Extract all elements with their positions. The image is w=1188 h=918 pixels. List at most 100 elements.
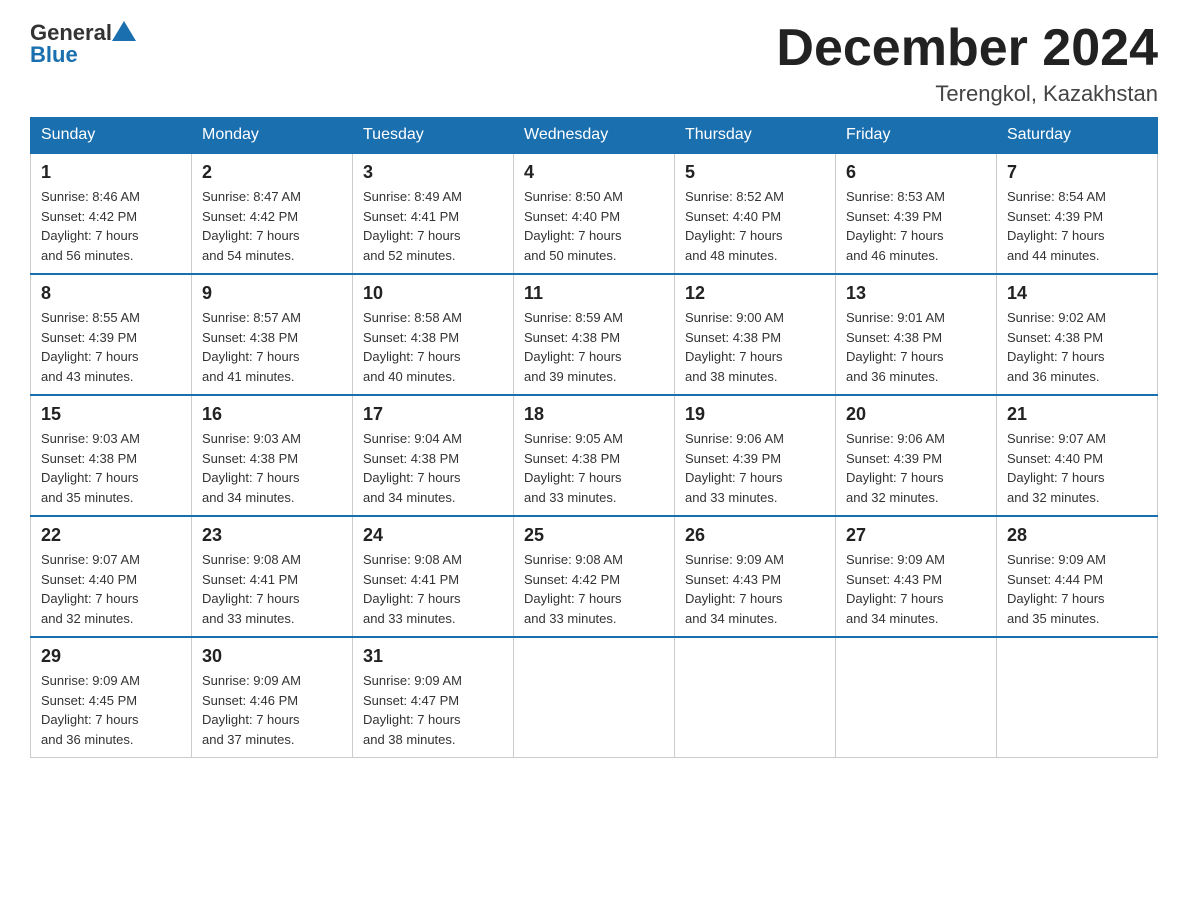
day-number: 20 bbox=[846, 404, 986, 425]
column-header-thursday: Thursday bbox=[675, 118, 836, 154]
day-info: Sunrise: 9:07 AM Sunset: 4:40 PM Dayligh… bbox=[41, 550, 181, 628]
calendar-subtitle: Terengkol, Kazakhstan bbox=[776, 81, 1158, 107]
calendar-day-cell: 26Sunrise: 9:09 AM Sunset: 4:43 PM Dayli… bbox=[675, 516, 836, 637]
day-number: 14 bbox=[1007, 283, 1147, 304]
day-info: Sunrise: 8:47 AM Sunset: 4:42 PM Dayligh… bbox=[202, 187, 342, 265]
column-header-sunday: Sunday bbox=[31, 118, 192, 154]
day-number: 30 bbox=[202, 646, 342, 667]
day-info: Sunrise: 8:49 AM Sunset: 4:41 PM Dayligh… bbox=[363, 187, 503, 265]
calendar-day-cell: 9 Sunrise: 8:57 AM Sunset: 4:38 PM Daylig… bbox=[192, 274, 353, 395]
day-number: 7 bbox=[1007, 162, 1147, 183]
title-block: December 2024 Terengkol, Kazakhstan bbox=[776, 20, 1158, 107]
calendar-day-cell: 21 Sunrise: 9:07 AM Sunset: 4:40 PM Dayli… bbox=[997, 395, 1158, 516]
day-info: Sunrise: 9:09 AM Sunset: 4:47 PM Dayligh… bbox=[363, 671, 503, 749]
day-info: Sunrise: 9:08 AM Sunset: 4:41 PM Dayligh… bbox=[202, 550, 342, 628]
day-number: 9 bbox=[202, 283, 342, 304]
calendar-day-cell: 29Sunrise: 9:09 AM Sunset: 4:45 PM Dayli… bbox=[31, 637, 192, 758]
day-info: Sunrise: 8:53 AM Sunset: 4:39 PM Dayligh… bbox=[846, 187, 986, 265]
logo-text-blue: Blue bbox=[30, 42, 136, 68]
calendar-day-cell: 31 Sunrise: 9:09 AM Sunset: 4:47 PM Dayli… bbox=[353, 637, 514, 758]
day-number: 4 bbox=[524, 162, 664, 183]
day-info: Sunrise: 8:58 AM Sunset: 4:38 PM Dayligh… bbox=[363, 308, 503, 386]
day-info: Sunrise: 8:46 AM Sunset: 4:42 PM Dayligh… bbox=[41, 187, 181, 265]
day-number: 10 bbox=[363, 283, 503, 304]
calendar-day-cell: 4 Sunrise: 8:50 AM Sunset: 4:40 PM Daylig… bbox=[514, 153, 675, 274]
day-info: Sunrise: 8:50 AM Sunset: 4:40 PM Dayligh… bbox=[524, 187, 664, 265]
calendar-day-cell: 15 Sunrise: 9:03 AM Sunset: 4:38 PM Dayli… bbox=[31, 395, 192, 516]
calendar-day-cell bbox=[997, 637, 1158, 758]
calendar-day-cell bbox=[836, 637, 997, 758]
calendar-day-cell: 30Sunrise: 9:09 AM Sunset: 4:46 PM Dayli… bbox=[192, 637, 353, 758]
day-info: Sunrise: 8:54 AM Sunset: 4:39 PM Dayligh… bbox=[1007, 187, 1147, 265]
day-info: Sunrise: 9:08 AM Sunset: 4:41 PM Dayligh… bbox=[363, 550, 503, 628]
calendar-day-cell: 6 Sunrise: 8:53 AM Sunset: 4:39 PM Daylig… bbox=[836, 153, 997, 274]
day-number: 24 bbox=[363, 525, 503, 546]
day-number: 1 bbox=[41, 162, 181, 183]
column-header-saturday: Saturday bbox=[997, 118, 1158, 154]
calendar-day-cell: 22 Sunrise: 9:07 AM Sunset: 4:40 PM Dayli… bbox=[31, 516, 192, 637]
day-info: Sunrise: 9:04 AM Sunset: 4:38 PM Dayligh… bbox=[363, 429, 503, 507]
calendar-header-row: SundayMondayTuesdayWednesdayThursdayFrid… bbox=[31, 118, 1158, 154]
calendar-title: December 2024 bbox=[776, 20, 1158, 77]
calendar-week-row: 29Sunrise: 9:09 AM Sunset: 4:45 PM Dayli… bbox=[31, 637, 1158, 758]
day-number: 26 bbox=[685, 525, 825, 546]
day-info: Sunrise: 9:02 AM Sunset: 4:38 PM Dayligh… bbox=[1007, 308, 1147, 386]
calendar-week-row: 8Sunrise: 8:55 AM Sunset: 4:39 PM Daylig… bbox=[31, 274, 1158, 395]
calendar-day-cell: 5Sunrise: 8:52 AM Sunset: 4:40 PM Daylig… bbox=[675, 153, 836, 274]
day-number: 22 bbox=[41, 525, 181, 546]
calendar-day-cell: 18Sunrise: 9:05 AM Sunset: 4:38 PM Dayli… bbox=[514, 395, 675, 516]
calendar-day-cell: 1 Sunrise: 8:46 AM Sunset: 4:42 PM Daylig… bbox=[31, 153, 192, 274]
day-info: Sunrise: 9:08 AM Sunset: 4:42 PM Dayligh… bbox=[524, 550, 664, 628]
calendar-day-cell: 28Sunrise: 9:09 AM Sunset: 4:44 PM Dayli… bbox=[997, 516, 1158, 637]
calendar-week-row: 1 Sunrise: 8:46 AM Sunset: 4:42 PM Daylig… bbox=[31, 153, 1158, 274]
column-header-monday: Monday bbox=[192, 118, 353, 154]
calendar-day-cell: 3Sunrise: 8:49 AM Sunset: 4:41 PM Daylig… bbox=[353, 153, 514, 274]
calendar-day-cell: 11Sunrise: 8:59 AM Sunset: 4:38 PM Dayli… bbox=[514, 274, 675, 395]
day-number: 16 bbox=[202, 404, 342, 425]
day-number: 23 bbox=[202, 525, 342, 546]
day-info: Sunrise: 9:09 AM Sunset: 4:43 PM Dayligh… bbox=[846, 550, 986, 628]
day-info: Sunrise: 8:55 AM Sunset: 4:39 PM Dayligh… bbox=[41, 308, 181, 386]
day-number: 11 bbox=[524, 283, 664, 304]
calendar-week-row: 15 Sunrise: 9:03 AM Sunset: 4:38 PM Dayli… bbox=[31, 395, 1158, 516]
calendar-day-cell bbox=[675, 637, 836, 758]
calendar-day-cell bbox=[514, 637, 675, 758]
calendar-week-row: 22 Sunrise: 9:07 AM Sunset: 4:40 PM Dayli… bbox=[31, 516, 1158, 637]
day-info: Sunrise: 9:06 AM Sunset: 4:39 PM Dayligh… bbox=[846, 429, 986, 507]
calendar-day-cell: 2 Sunrise: 8:47 AM Sunset: 4:42 PM Daylig… bbox=[192, 153, 353, 274]
day-number: 17 bbox=[363, 404, 503, 425]
day-number: 13 bbox=[846, 283, 986, 304]
day-number: 29 bbox=[41, 646, 181, 667]
day-number: 19 bbox=[685, 404, 825, 425]
day-number: 6 bbox=[846, 162, 986, 183]
column-header-tuesday: Tuesday bbox=[353, 118, 514, 154]
day-info: Sunrise: 9:09 AM Sunset: 4:44 PM Dayligh… bbox=[1007, 550, 1147, 628]
calendar-day-cell: 13 Sunrise: 9:01 AM Sunset: 4:38 PM Dayli… bbox=[836, 274, 997, 395]
logo: General Blue bbox=[30, 20, 136, 68]
day-number: 27 bbox=[846, 525, 986, 546]
column-header-friday: Friday bbox=[836, 118, 997, 154]
day-number: 5 bbox=[685, 162, 825, 183]
day-info: Sunrise: 8:57 AM Sunset: 4:38 PM Dayligh… bbox=[202, 308, 342, 386]
calendar-day-cell: 23 Sunrise: 9:08 AM Sunset: 4:41 PM Dayli… bbox=[192, 516, 353, 637]
day-info: Sunrise: 9:00 AM Sunset: 4:38 PM Dayligh… bbox=[685, 308, 825, 386]
calendar-table: SundayMondayTuesdayWednesdayThursdayFrid… bbox=[30, 117, 1158, 758]
logo-triangle-icon bbox=[112, 21, 136, 41]
day-number: 12 bbox=[685, 283, 825, 304]
page-header: General Blue December 2024 Terengkol, Ka… bbox=[30, 20, 1158, 107]
day-info: Sunrise: 9:03 AM Sunset: 4:38 PM Dayligh… bbox=[41, 429, 181, 507]
calendar-day-cell: 27 Sunrise: 9:09 AM Sunset: 4:43 PM Dayli… bbox=[836, 516, 997, 637]
day-info: Sunrise: 9:05 AM Sunset: 4:38 PM Dayligh… bbox=[524, 429, 664, 507]
calendar-day-cell: 17 Sunrise: 9:04 AM Sunset: 4:38 PM Dayli… bbox=[353, 395, 514, 516]
calendar-day-cell: 10 Sunrise: 8:58 AM Sunset: 4:38 PM Dayli… bbox=[353, 274, 514, 395]
day-info: Sunrise: 9:07 AM Sunset: 4:40 PM Dayligh… bbox=[1007, 429, 1147, 507]
day-number: 2 bbox=[202, 162, 342, 183]
day-info: Sunrise: 9:03 AM Sunset: 4:38 PM Dayligh… bbox=[202, 429, 342, 507]
day-info: Sunrise: 9:01 AM Sunset: 4:38 PM Dayligh… bbox=[846, 308, 986, 386]
day-info: Sunrise: 9:06 AM Sunset: 4:39 PM Dayligh… bbox=[685, 429, 825, 507]
day-number: 31 bbox=[363, 646, 503, 667]
calendar-day-cell: 25 Sunrise: 9:08 AM Sunset: 4:42 PM Dayli… bbox=[514, 516, 675, 637]
day-number: 21 bbox=[1007, 404, 1147, 425]
day-number: 15 bbox=[41, 404, 181, 425]
day-number: 25 bbox=[524, 525, 664, 546]
